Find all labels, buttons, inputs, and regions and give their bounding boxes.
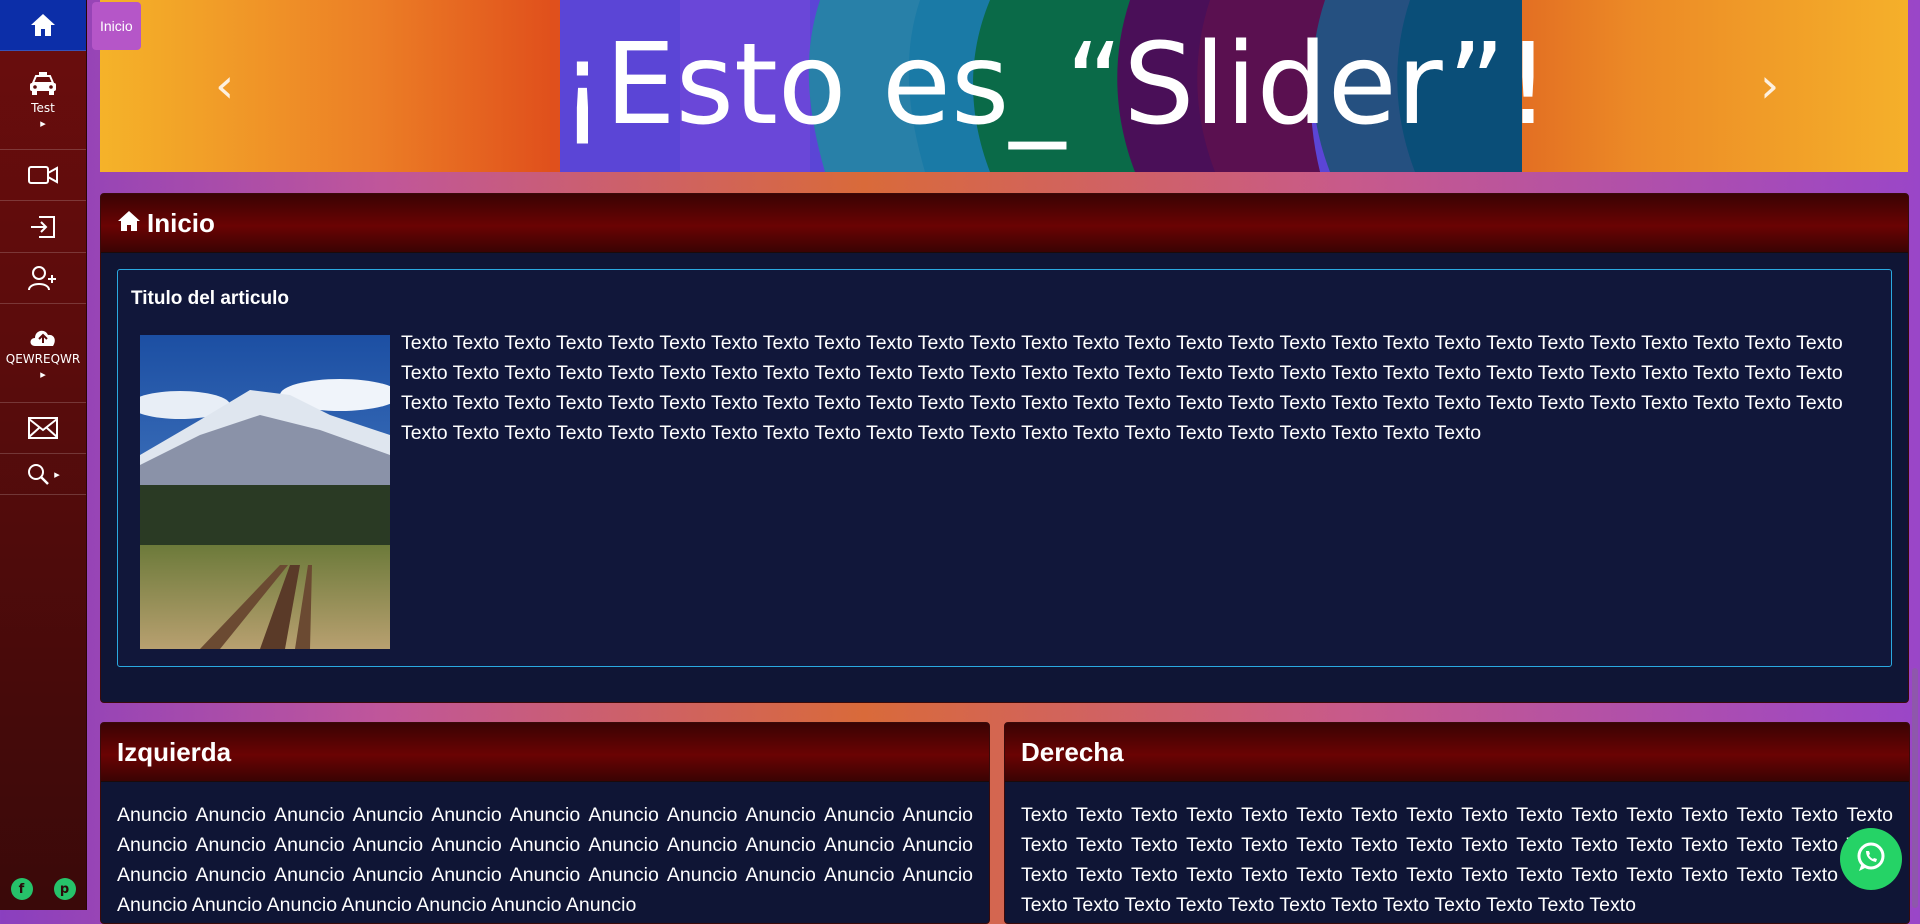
video-camera-icon (28, 165, 58, 185)
cloud-upload-icon (28, 326, 58, 348)
sidebar-item-video[interactable] (0, 150, 86, 201)
article-card: Titulo del articulo Texto Texto Texto Te… (117, 269, 1892, 667)
social-links: f p (0, 878, 86, 900)
sidebar-item-test[interactable]: Test ▸ (0, 51, 86, 150)
chevron-right-icon: ▸ (40, 116, 46, 130)
search-icon (26, 463, 52, 485)
hero-slider: ¡Esto es_“Slider”! ‹ › (100, 0, 1908, 172)
panel-header: Izquierda (101, 723, 989, 782)
sidebar-item-upload[interactable]: QEWREQWR ▸ (0, 304, 86, 403)
panel-header: Inicio (101, 194, 1908, 253)
add-user-icon (28, 265, 58, 291)
right-title: Derecha (1021, 736, 1124, 767)
slider-image: ¡Esto es_“Slider”! (560, 0, 1551, 172)
slider-title: ¡Esto es_“Slider”! (560, 20, 1551, 150)
sidebar-item-label: Test (31, 100, 55, 115)
sidebar-item-home[interactable] (0, 0, 86, 51)
sidebar-item-search[interactable]: ▸ (0, 454, 86, 495)
home-icon (29, 12, 57, 38)
article-image (130, 335, 400, 649)
sidebar-item-label: QEWREQWR (5, 351, 81, 366)
facebook-icon[interactable]: f (10, 878, 33, 900)
left-title: Izquierda (117, 736, 232, 767)
chevron-right-icon: ▸ (54, 467, 60, 481)
left-panel: Izquierda Anuncio Anuncio Anuncio Anunci… (100, 722, 990, 924)
taxi-icon (28, 71, 58, 97)
main-panel: Inicio Titulo del articulo Texto Texto T… (100, 193, 1909, 703)
page-title: Inicio (147, 207, 215, 238)
sidebar-item-contact[interactable] (0, 403, 86, 454)
panel-header: Derecha (1005, 723, 1909, 782)
tooltip: Inicio (92, 2, 141, 50)
envelope-icon (28, 417, 58, 439)
page-scrollbar[interactable] (1910, 0, 1918, 910)
right-panel: Derecha Texto Texto Texto Texto Texto Te… (1004, 722, 1910, 924)
home-icon (117, 210, 141, 237)
whatsapp-button[interactable] (1840, 828, 1902, 890)
sidebar-item-register[interactable] (0, 253, 86, 304)
pinterest-icon[interactable]: p (53, 878, 76, 900)
slider-next-button[interactable]: › (1760, 62, 1779, 110)
chevron-right-icon: ▸ (40, 367, 46, 381)
left-body: Anuncio Anuncio Anuncio Anuncio Anuncio … (117, 804, 973, 916)
sidebar-item-login[interactable] (0, 201, 86, 253)
login-icon (29, 214, 57, 240)
right-body: Texto Texto Texto Texto Texto Texto Text… (1021, 804, 1893, 916)
article-body: Texto Texto Texto Texto Texto Texto Text… (401, 332, 1843, 444)
whatsapp-icon (1854, 840, 1888, 878)
sidebar: Test ▸ QEWREQWR ▸ ▸ f p (0, 0, 87, 910)
article-title: Titulo del articulo (131, 288, 289, 309)
slider-prev-button[interactable]: ‹ (215, 62, 234, 110)
scrollbar-thumb[interactable] (1912, 668, 1918, 908)
